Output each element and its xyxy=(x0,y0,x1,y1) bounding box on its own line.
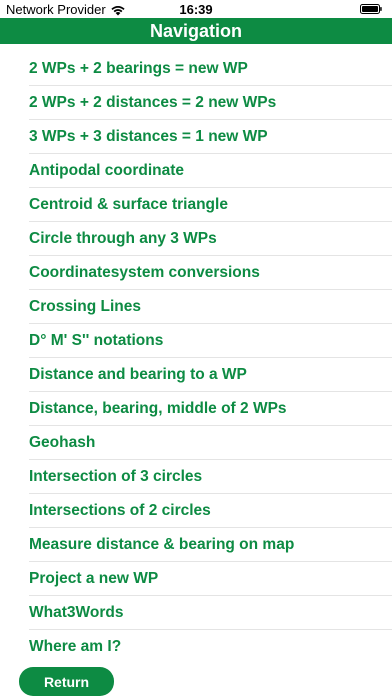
status-time: 16:39 xyxy=(179,2,213,17)
menu-item-where-am-i[interactable]: Where am I? xyxy=(29,630,392,663)
menu-item-crossing-lines[interactable]: Crossing Lines xyxy=(29,290,392,324)
battery-icon xyxy=(360,4,382,14)
navigation-title-bar: Navigation xyxy=(0,18,392,44)
menu-item-centroid-surface-triangle[interactable]: Centroid & surface triangle xyxy=(29,188,392,222)
return-button[interactable]: Return xyxy=(19,667,114,696)
navigation-menu-list: 2 WPs + 2 bearings = new WP 2 WPs + 2 di… xyxy=(0,52,392,663)
menu-item-project-new-wp[interactable]: Project a new WP xyxy=(29,562,392,596)
page-title: Navigation xyxy=(149,21,242,41)
menu-item-distance-bearing-middle[interactable]: Distance, bearing, middle of 2 WPs xyxy=(29,392,392,426)
status-bar: Network Provider 16:39 xyxy=(0,0,392,18)
menu-item-3wps-3distances[interactable]: 3 WPs + 3 distances = 1 new WP xyxy=(29,120,392,154)
menu-item-distance-bearing-to-wp[interactable]: Distance and bearing to a WP xyxy=(29,358,392,392)
menu-item-measure-distance-bearing-map[interactable]: Measure distance & bearing on map xyxy=(29,528,392,562)
menu-item-antipodal-coordinate[interactable]: Antipodal coordinate xyxy=(29,154,392,188)
menu-item-intersection-3-circles[interactable]: Intersection of 3 circles xyxy=(29,460,392,494)
menu-item-dms-notations[interactable]: D° M' S'' notations xyxy=(29,324,392,358)
menu-item-what3words[interactable]: What3Words xyxy=(29,596,392,630)
menu-item-circle-through-3-wps[interactable]: Circle through any 3 WPs xyxy=(29,222,392,256)
menu-item-geohash[interactable]: Geohash xyxy=(29,426,392,460)
menu-item-2wps-2distances[interactable]: 2 WPs + 2 distances = 2 new WPs xyxy=(29,86,392,120)
menu-item-coordinatesystem-conversions[interactable]: Coordinatesystem conversions xyxy=(29,256,392,290)
menu-item-intersections-2-circles[interactable]: Intersections of 2 circles xyxy=(29,494,392,528)
menu-item-2wps-2bearings[interactable]: 2 WPs + 2 bearings = new WP xyxy=(29,52,392,86)
